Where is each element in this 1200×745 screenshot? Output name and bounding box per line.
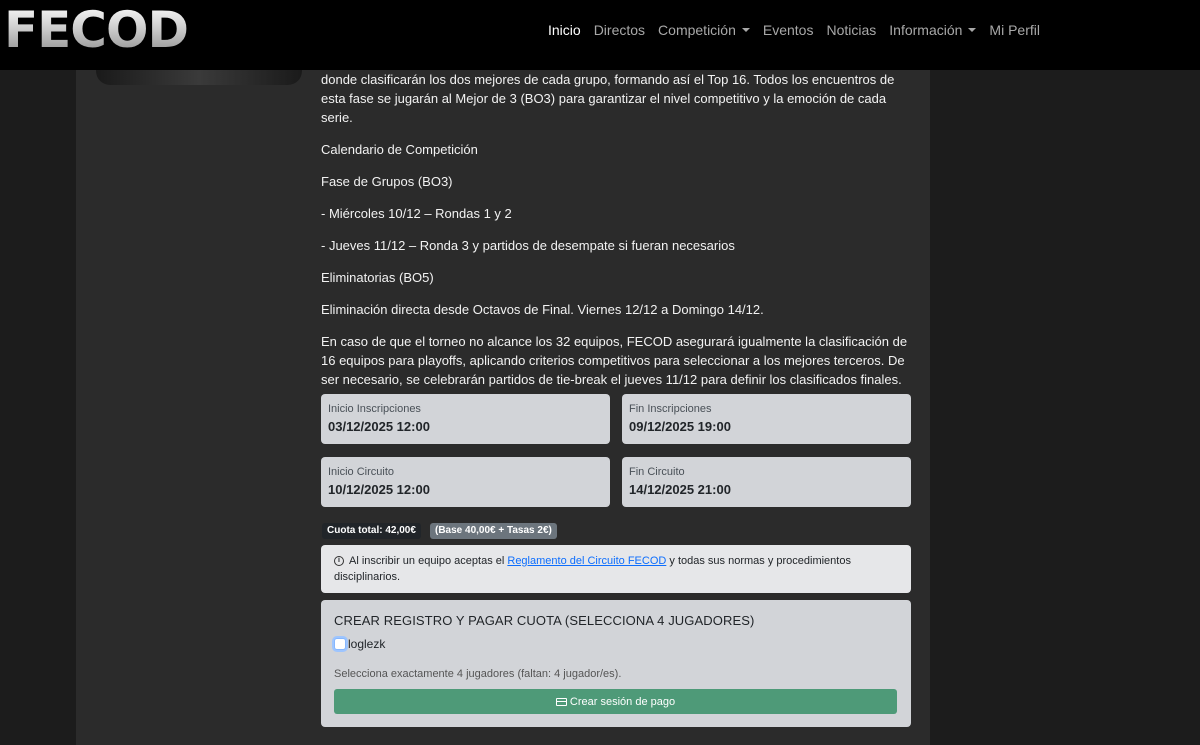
knockout-title: Eliminatorias (BO5) xyxy=(321,270,434,285)
fallback-text: En caso de que el torneo no alcance los … xyxy=(321,334,908,387)
nav-item-directos[interactable]: Directos xyxy=(594,20,645,40)
date-value: 14/12/2025 21:00 xyxy=(629,482,731,497)
selection-hint: Selecciona exactamente 4 jugadores (falt… xyxy=(334,668,622,680)
nav-label: Noticias xyxy=(826,22,877,38)
nav-label: Directos xyxy=(593,22,646,38)
rules-link[interactable]: Reglamento del Circuito FECOD xyxy=(507,555,666,567)
registration-title: CREAR REGISTRO Y PAGAR CUOTA (SELECCIONA… xyxy=(334,613,755,628)
reg-start-box: Inicio Inscripciones 03/12/2025 12:00 xyxy=(321,394,610,444)
fee-breakdown-badge: (Base 40,00€ + Tasas 2€) xyxy=(430,523,557,539)
player-option[interactable]: loglezk xyxy=(334,637,898,651)
registration-form: CREAR REGISTRO Y PAGAR CUOTA (SELECCIONA… xyxy=(321,600,911,727)
top-navbar: FECOD Inicio Directos Competición Evento… xyxy=(0,0,1200,70)
date-label: Fin Circuito xyxy=(629,466,685,478)
total-fee-badge: Cuota total: 42,00€ xyxy=(322,523,421,539)
circuit-start-box: Inicio Circuito 10/12/2025 12:00 xyxy=(321,457,610,507)
credit-card-icon xyxy=(555,697,567,706)
date-label: Inicio Circuito xyxy=(328,466,395,478)
nav-item-competicion[interactable]: Competición xyxy=(658,20,750,40)
nav-label: Inicio xyxy=(548,22,581,38)
date-value: 09/12/2025 19:00 xyxy=(629,419,731,434)
groups-day2: - Jueves 11/12 – Ronda 3 y partidos de d… xyxy=(321,238,735,253)
tournament-description: donde clasificarán los dos mejores de ca… xyxy=(321,70,913,402)
date-label: Inicio Inscripciones xyxy=(328,403,421,415)
reg-end-box: Fin Inscripciones 09/12/2025 19:00 xyxy=(622,394,911,444)
chevron-down-icon xyxy=(741,28,750,32)
date-value: 03/12/2025 12:00 xyxy=(328,419,430,434)
info-icon: i xyxy=(334,556,344,567)
date-value: 10/12/2025 12:00 xyxy=(328,482,430,497)
calendar-title: Calendario de Competición xyxy=(321,142,478,157)
nav-item-informacion[interactable]: Información xyxy=(889,20,977,40)
nav-item-mi-perfil[interactable]: Mi Perfil xyxy=(989,20,1040,40)
player-name: loglezk xyxy=(348,637,386,651)
nav-item-noticias[interactable]: Noticias xyxy=(826,20,876,40)
groups-title: Fase de Grupos (BO3) xyxy=(321,174,453,189)
player-checkbox[interactable] xyxy=(334,638,346,650)
rules-notice: i Al inscribir un equipo aceptas el Regla… xyxy=(321,545,911,593)
date-label: Fin Inscripciones xyxy=(629,403,712,415)
nav-item-inicio[interactable]: Inicio xyxy=(548,20,581,40)
create-payment-button[interactable]: Crear sesión de pago xyxy=(334,689,897,714)
nav-label: Eventos xyxy=(762,22,814,38)
brand-logo[interactable]: FECOD xyxy=(4,2,189,58)
groups-day1: - Miércoles 10/12 – Rondas 1 y 2 xyxy=(321,206,512,221)
chevron-down-icon xyxy=(968,28,977,32)
nav-label: Competición xyxy=(658,22,736,38)
knockout-text: Eliminación directa desde Octavos de Fin… xyxy=(321,302,764,317)
intro-paragraph: donde clasificarán los dos mejores de ca… xyxy=(321,72,895,125)
circuit-end-box: Fin Circuito 14/12/2025 21:00 xyxy=(622,457,911,507)
nav-label: Información xyxy=(889,22,963,38)
main-nav: Inicio Directos Competición Eventos Noti… xyxy=(548,20,1053,40)
notice-prefix: Al inscribir un equipo aceptas el xyxy=(349,555,508,567)
tournament-image xyxy=(96,70,302,85)
nav-item-eventos[interactable]: Eventos xyxy=(763,20,814,40)
nav-label: Mi Perfil xyxy=(989,22,1040,38)
pay-button-label: Crear sesión de pago xyxy=(569,695,676,708)
